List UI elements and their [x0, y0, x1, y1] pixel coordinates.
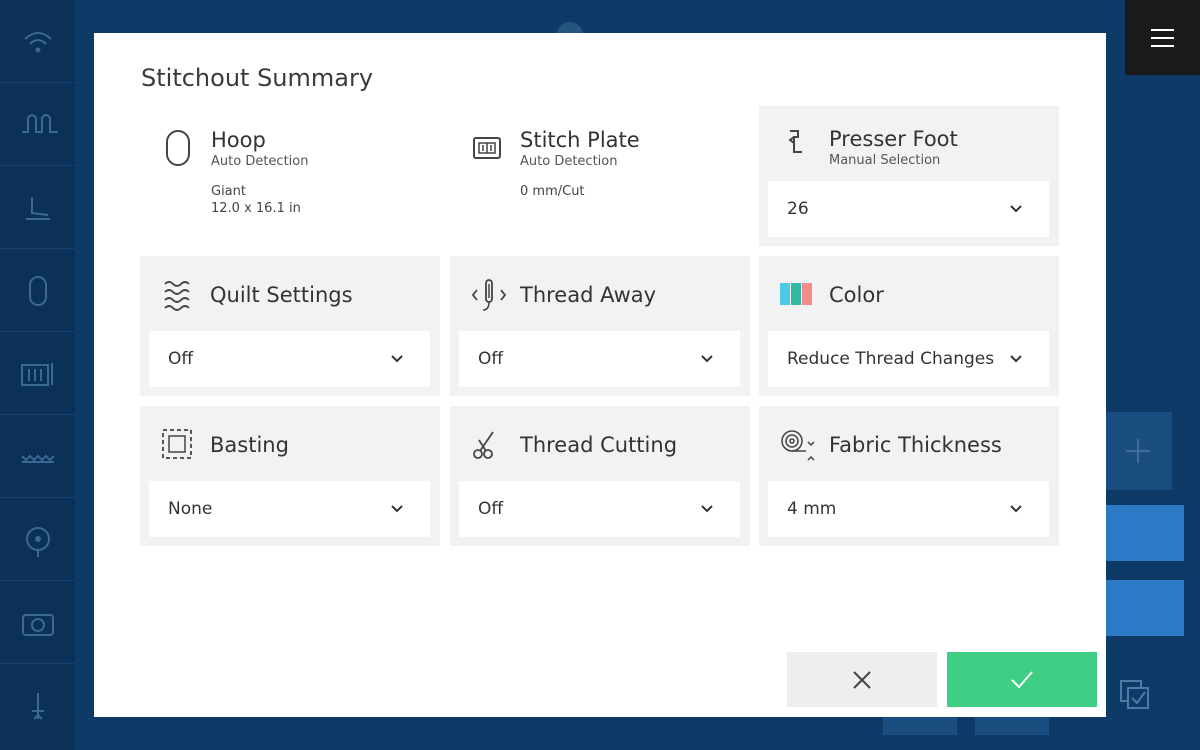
sidebar-item-tension[interactable] [0, 83, 75, 166]
quilt-settings-value: Off [168, 349, 194, 369]
left-sidebar [0, 0, 75, 750]
color-bars-icon [780, 283, 812, 305]
color-select[interactable]: Reduce Thread Changes [768, 331, 1049, 387]
basting-icon [162, 429, 192, 459]
chevron-down-icon [701, 355, 713, 363]
presser-foot-icon [26, 197, 50, 220]
fabric-roll-icon [781, 430, 815, 461]
hoop-subtitle: Auto Detection [211, 154, 309, 169]
sidebar-item-camera[interactable] [0, 581, 75, 664]
hoop-icon [166, 130, 190, 166]
sidebar-item-wifi[interactable] [0, 0, 75, 83]
hoop-size: 12.0 x 16.1 in [211, 201, 301, 216]
checkmark-icon [1011, 671, 1033, 689]
menu-icon [1151, 29, 1174, 31]
stitch-pattern-icon [21, 454, 55, 463]
quilt-settings-title: Quilt Settings [210, 283, 353, 307]
sidebar-item-hoop[interactable] [0, 249, 75, 332]
close-icon [853, 671, 871, 689]
chevron-down-icon [1010, 355, 1022, 363]
sidebar-item-bobbin[interactable] [0, 498, 75, 581]
basting-title: Basting [210, 433, 289, 457]
hoop-title: Hoop [211, 128, 266, 152]
design-thumbnail[interactable] [1106, 580, 1184, 636]
scissors-icon [473, 431, 494, 459]
needle-icon [32, 693, 44, 720]
wifi-icon [24, 32, 52, 53]
presser-foot-subtitle: Manual Selection [829, 153, 941, 168]
bobbin-icon [26, 527, 50, 557]
select-all-icon[interactable] [1118, 678, 1152, 712]
presser-foot-icon [788, 130, 802, 153]
stitch-plate-value: 0 mm/Cut [520, 184, 585, 199]
basting-select[interactable]: None [149, 481, 430, 537]
quilt-settings-card: Quilt Settings Off [140, 256, 440, 396]
dialog-title: Stitchout Summary [141, 64, 374, 92]
stitch-plate-icon [21, 363, 53, 386]
chevron-down-icon [701, 505, 713, 513]
presser-foot-select[interactable]: 26 [768, 181, 1049, 237]
stitch-plate-subtitle: Auto Detection [520, 154, 618, 169]
thread-cutting-card: Thread Cutting Off [450, 406, 750, 546]
fabric-thickness-value: 4 mm [787, 499, 837, 519]
thread-tension-icon [22, 114, 58, 133]
color-value: Reduce Thread Changes [787, 349, 995, 369]
hoop-info: Hoop Auto Detection Giant 12.0 x 16.1 in [162, 128, 442, 228]
fabric-thickness-card: Fabric Thickness 4 mm [759, 406, 1059, 546]
sidebar-item-stitch[interactable] [0, 415, 75, 498]
design-thumbnail[interactable] [1106, 505, 1184, 561]
stitch-plate-icon [473, 137, 501, 159]
thread-away-value: Off [478, 349, 504, 369]
sidebar-item-presser-foot[interactable] [0, 166, 75, 249]
hoop-size-name: Giant [211, 184, 246, 199]
color-card: Color Reduce Thread Changes [759, 256, 1059, 396]
confirm-button[interactable] [947, 652, 1097, 707]
menu-button[interactable] [1125, 0, 1200, 75]
basting-card: Basting None [140, 406, 440, 546]
presser-foot-title: Presser Foot [829, 127, 958, 151]
stitch-plate-info: Stitch Plate Auto Detection 0 mm/Cut [471, 128, 751, 228]
sidebar-item-needle[interactable] [0, 664, 75, 747]
quilt-settings-select[interactable]: Off [149, 331, 430, 387]
thread-cutting-title: Thread Cutting [520, 433, 678, 457]
chevron-down-icon [1010, 205, 1022, 213]
fabric-thickness-select[interactable]: 4 mm [768, 481, 1049, 537]
presser-foot-card: Presser Foot Manual Selection 26 [759, 106, 1059, 246]
presser-foot-value: 26 [787, 199, 809, 219]
thread-away-select[interactable]: Off [459, 331, 740, 387]
add-icon[interactable] [1106, 412, 1172, 490]
cancel-button[interactable] [787, 652, 937, 707]
thread-away-icon [471, 279, 507, 311]
fabric-thickness-title: Fabric Thickness [829, 433, 1002, 457]
stitch-plate-title: Stitch Plate [520, 128, 640, 152]
chevron-down-icon [391, 355, 403, 363]
thread-cutting-value: Off [478, 499, 504, 519]
stitchout-summary-dialog: Stitchout Summary Hoop Auto Detection Gi… [94, 33, 1106, 717]
chevron-down-icon [391, 505, 403, 513]
camera-icon [22, 614, 54, 636]
sidebar-item-stitch-plate[interactable] [0, 332, 75, 415]
thread-away-card: Thread Away Off [450, 256, 750, 396]
thread-away-title: Thread Away [520, 283, 657, 307]
thread-cutting-select[interactable]: Off [459, 481, 740, 537]
basting-value: None [168, 499, 213, 519]
color-title: Color [829, 283, 884, 307]
quilt-icon [164, 281, 190, 311]
chevron-down-icon [1010, 505, 1022, 513]
hoop-icon [29, 276, 47, 306]
